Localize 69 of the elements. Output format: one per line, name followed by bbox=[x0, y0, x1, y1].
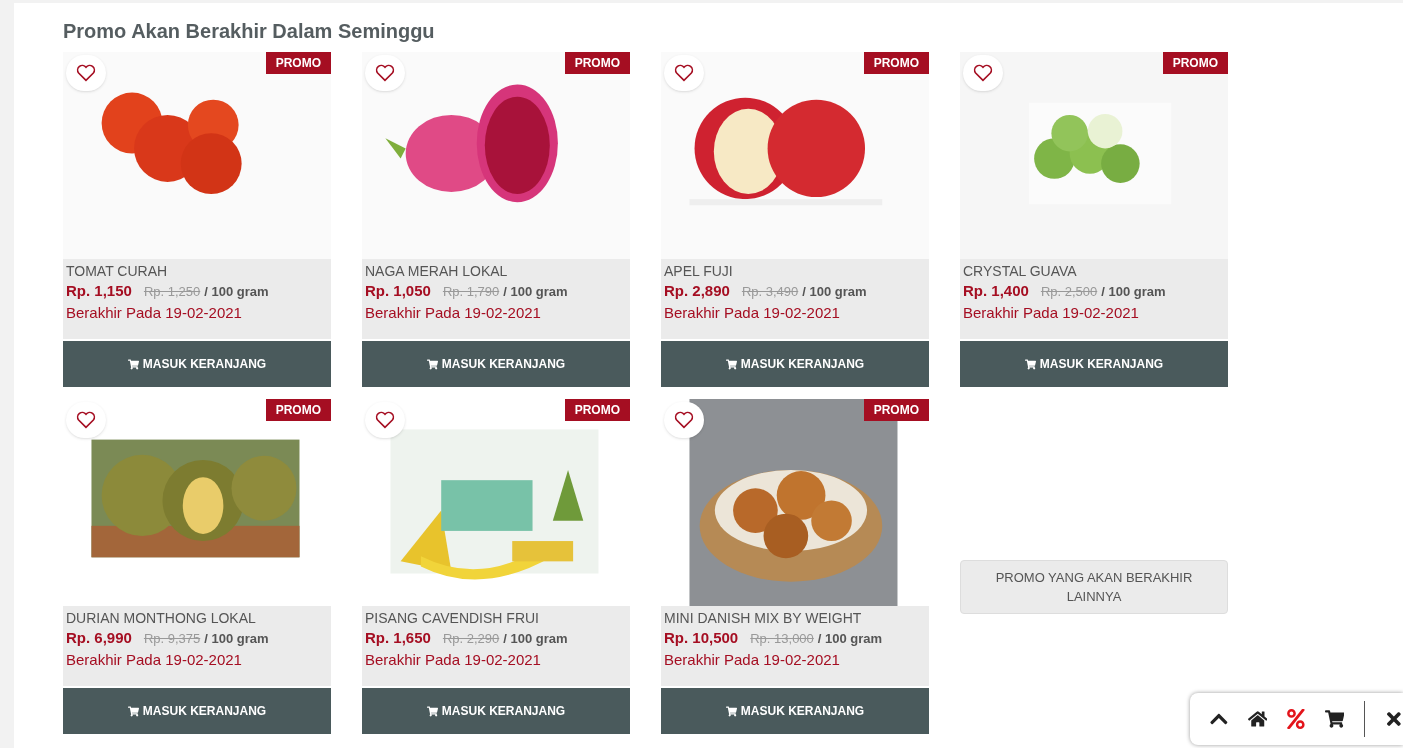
promo-price: Rp. 6,990 bbox=[66, 628, 132, 648]
add-to-cart-button[interactable]: MASUK KERANJANG bbox=[661, 688, 929, 734]
original-price: Rp. 1,250 bbox=[143, 283, 201, 301]
promo-end-date: Berakhir Pada 19-02-2021 bbox=[664, 650, 841, 670]
add-to-cart-button[interactable]: MASUK KERANJANG bbox=[63, 341, 331, 387]
promo-price: Rp. 2,890 bbox=[664, 281, 730, 301]
promo-end-date: Berakhir Pada 19-02-2021 bbox=[66, 303, 243, 323]
promo-end-date: Berakhir Pada 19-02-2021 bbox=[963, 303, 1140, 323]
promo-badge: PROMO bbox=[1162, 52, 1228, 74]
section-title: Promo Akan Berakhir Dalam Seminggu bbox=[63, 19, 436, 44]
add-to-cart-button[interactable]: MASUK KERANJANG bbox=[661, 341, 929, 387]
cart-icon bbox=[426, 705, 438, 717]
cart-icon bbox=[426, 358, 438, 370]
price-unit: / 100 gram bbox=[817, 630, 883, 648]
original-price: Rp. 2,290 bbox=[442, 630, 500, 648]
close-icon[interactable] bbox=[1385, 709, 1403, 729]
more-promos-button[interactable]: PROMO YANG AKAN BERAKHIR LAINNYA bbox=[960, 560, 1228, 614]
promo-end-date: Berakhir Pada 19-02-2021 bbox=[664, 303, 841, 323]
original-price: Rp. 2,500 bbox=[1040, 283, 1098, 301]
percent-icon[interactable] bbox=[1287, 709, 1305, 729]
product-name: MINI DANISH MIX BY WEIGHT bbox=[664, 609, 863, 628]
promo-price: Rp. 1,650 bbox=[365, 628, 431, 648]
cart-icon bbox=[725, 358, 737, 370]
cart-icon bbox=[127, 705, 139, 717]
heart-icon bbox=[375, 64, 395, 82]
cart-icon bbox=[1024, 358, 1036, 370]
product-name: APEL FUJI bbox=[664, 262, 734, 281]
promo-price: Rp. 1,150 bbox=[66, 281, 132, 301]
product-name: PISANG CAVENDISH FRUI bbox=[365, 609, 540, 628]
original-price: Rp. 9,375 bbox=[143, 630, 201, 648]
heart-icon bbox=[76, 411, 96, 429]
original-price: Rp. 1,790 bbox=[442, 283, 500, 301]
original-price: Rp. 3,490 bbox=[741, 283, 799, 301]
add-to-cart-button[interactable]: MASUK KERANJANG bbox=[63, 688, 331, 734]
product-name: CRYSTAL GUAVA bbox=[963, 262, 1078, 281]
price-unit: / 100 gram bbox=[204, 283, 269, 301]
add-to-cart-button[interactable]: MASUK KERANJANG bbox=[960, 341, 1228, 387]
price-unit: / 100 gram bbox=[503, 630, 568, 648]
promo-end-date: Berakhir Pada 19-02-2021 bbox=[66, 650, 243, 670]
heart-icon bbox=[674, 64, 694, 82]
price-unit: / 100 gram bbox=[204, 630, 269, 648]
promo-badge: PROMO bbox=[265, 399, 331, 421]
promo-badge: PROMO bbox=[564, 399, 630, 421]
cart-icon bbox=[127, 358, 139, 370]
heart-icon bbox=[674, 411, 694, 429]
promo-end-date: Berakhir Pada 19-02-2021 bbox=[365, 303, 542, 323]
add-to-cart-button[interactable]: MASUK KERANJANG bbox=[362, 688, 630, 734]
promo-badge: PROMO bbox=[863, 399, 929, 421]
product-name: NAGA MERAH LOKAL bbox=[365, 262, 509, 281]
original-price: Rp. 13,000 bbox=[750, 630, 814, 648]
heart-icon bbox=[76, 64, 96, 82]
product-name: DURIAN MONTHONG LOKAL bbox=[66, 609, 257, 628]
price-unit: / 100 gram bbox=[802, 283, 867, 301]
heart-icon bbox=[375, 411, 395, 429]
promo-badge: PROMO bbox=[265, 52, 331, 74]
promo-badge: PROMO bbox=[863, 52, 929, 74]
heart-icon bbox=[973, 64, 993, 82]
cart-icon[interactable] bbox=[1324, 708, 1345, 730]
product-name: TOMAT CURAH bbox=[66, 262, 169, 281]
home-icon[interactable] bbox=[1247, 708, 1268, 730]
cart-icon bbox=[725, 705, 737, 717]
price-unit: / 100 gram bbox=[503, 283, 568, 301]
promo-end-date: Berakhir Pada 19-02-2021 bbox=[365, 650, 542, 670]
add-to-cart-button[interactable]: MASUK KERANJANG bbox=[362, 341, 630, 387]
promo-badge: PROMO bbox=[564, 52, 630, 74]
price-unit: / 100 gram bbox=[1101, 283, 1166, 301]
promo-price: Rp. 1,400 bbox=[963, 281, 1029, 301]
promo-price: Rp. 1,050 bbox=[365, 281, 431, 301]
promo-price: Rp. 10,500 bbox=[664, 628, 739, 648]
